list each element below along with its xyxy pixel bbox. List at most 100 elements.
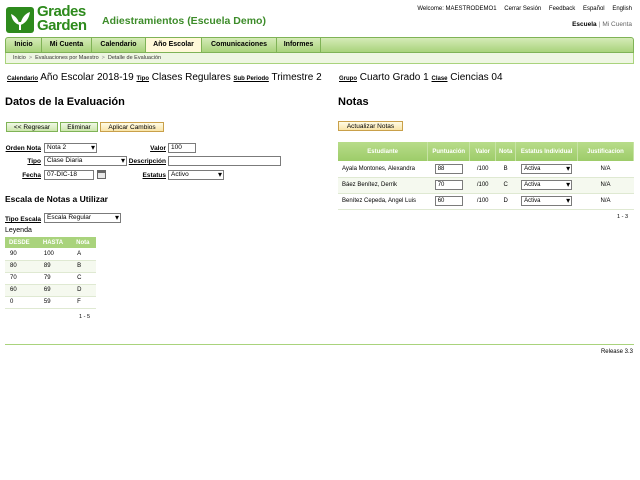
col-estudiante: Estudiante [338,142,429,161]
orden-nota-label: Orden Nota [5,145,41,152]
delete-button[interactable]: Eliminar [60,122,98,132]
scale-type-label: Tipo Escala [5,216,42,223]
class-value: Ciencias 04 [450,72,503,83]
desde-cell: 60 [5,284,39,297]
english-link[interactable]: English [612,6,632,12]
group-value: Cuarto Grado 1 [359,72,429,83]
nav-comunicaciones[interactable]: Comunicaciones [202,38,277,52]
table-row: Báez Benítez, Derrik 70 /100 C Activa N/… [338,177,634,194]
table-row: 70 79 C [5,272,96,285]
table-row: Ayala Montones, Alexandra 88 /100 B Acti… [338,161,634,178]
status-select[interactable]: Activa [521,163,573,174]
app-title: Adiestramientos (Escuela Demo) [102,15,266,27]
desde-cell: 0 [5,296,39,309]
valor-label: Valor [150,145,166,152]
col-nota: Nota [495,142,517,161]
table-row: 90 100 A [5,248,96,261]
scale-heading: Escala de Notas a Utilizar [5,194,108,204]
type-label[interactable]: Tipo [136,76,149,82]
nota-cell: D [72,284,96,297]
estatus-select[interactable]: Activo [168,170,224,180]
calendar-label[interactable]: Calendario [7,76,38,82]
nav-inicio[interactable]: Inicio [6,38,42,52]
breadcrumb-evaluaciones[interactable]: Evaluaciones por Maestro [35,55,99,61]
subperiod-value: Trimestre 2 [271,72,322,83]
value-cell: /100 [469,177,496,194]
calendar-icon[interactable] [97,170,106,179]
group-label[interactable]: Grupo [339,76,357,82]
col-justificacion: Justificacion [577,142,634,161]
back-button[interactable]: << Regresar [6,122,58,132]
type-value: Clases Regulares [151,72,231,83]
grades-pager: 1 - 3 [617,214,629,220]
hasta-cell: 89 [38,260,73,273]
legend-label: Leyenda [5,227,32,234]
student-name: Benítez Cepeda, Angel Luis [338,193,428,210]
descripcion-input[interactable] [168,156,281,166]
table-row: 60 69 D [5,284,96,297]
breadcrumb-arrow: > [28,55,33,61]
update-grades-button[interactable]: Actualizar Notas [338,121,403,131]
hasta-cell: 100 [38,248,73,261]
score-input[interactable]: 60 [434,196,463,206]
hasta-cell: 79 [38,272,73,285]
fecha-input[interactable]: 07-DIC-18 [44,170,94,180]
score-input[interactable]: 70 [434,180,463,190]
justification-cell: N/A [577,177,634,194]
nav-calendario[interactable]: Calendario [92,38,146,52]
grade-pager: 1 - 5 [79,314,91,320]
value-cell: /100 [469,161,496,178]
value-cell: /100 [469,193,496,210]
tipo-label: Tipo [27,158,41,165]
welcome-text: Welcome: MAESTRODEMO1 [417,6,497,12]
col-estatus-individual: Estatus Individual [515,142,579,161]
footer-divider [5,344,634,345]
feedback-link[interactable]: Feedback [549,6,575,12]
evaluation-heading: Datos de la Evaluación [5,96,125,108]
desde-cell: 90 [5,248,39,261]
status-select[interactable]: Activa [521,196,573,206]
notas-heading: Notas [338,96,369,108]
estatus-label: Estatus [142,172,166,179]
status-select[interactable]: Activa [521,180,573,190]
col-valor: Valor [469,142,497,161]
logout-link[interactable]: Cerrar Sesión [504,6,541,12]
spanish-link[interactable]: Español [583,6,605,12]
class-label[interactable]: Clase [432,76,448,82]
apply-changes-button[interactable]: Aplicar Cambios [100,122,164,132]
valor-input[interactable]: 100 [168,143,196,153]
nota-cell: A [72,248,96,261]
leaf-icon [6,7,34,33]
nav-mi-cuenta[interactable]: Mi Cuenta [42,38,92,52]
orden-nota-select[interactable]: Nota 2 [44,143,97,153]
grades-garden-logo[interactable]: Grades Garden [6,3,94,35]
top-links: Welcome: MAESTRODEMO1 Cerrar Sesión Feed… [411,6,632,12]
student-name: Ayala Montones, Alexandra [338,161,428,178]
score-input[interactable]: 88 [434,163,463,174]
hasta-cell: 69 [38,284,73,297]
nav-ano-escolar[interactable]: Año Escolar [146,38,202,52]
tipo-select[interactable]: Clase Diaria [44,156,127,166]
main-nav: Inicio Mi Cuenta Calendario Año Escolar … [5,37,634,53]
desde-cell: 80 [5,260,39,273]
col-puntuacion: Puntuación [427,142,471,161]
context-left: Calendario Año Escolar 2018-19 Tipo Clas… [7,72,322,83]
col-hasta: HASTA [38,237,73,248]
table-row: 80 89 B [5,260,96,273]
table-row: Benítez Cepeda, Angel Luis 60 /100 D Act… [338,193,634,210]
grade-scale-table: DESDE HASTA Nota 90 100 A 80 89 B 70 79 … [5,237,96,309]
scope-school-link[interactable]: Escuela [572,21,597,28]
scope-separator: | [598,21,601,28]
justification-cell: N/A [577,193,634,210]
logo-wordmark: Grades Garden [37,3,87,34]
breadcrumb-inicio[interactable]: Inicio [13,55,26,61]
subperiod-label[interactable]: Sub Periodo [234,76,269,82]
nav-informes[interactable]: Informes [277,38,321,52]
scale-type-select[interactable]: Escala Regular [44,213,121,223]
scope-account-link[interactable]: Mi Cuenta [602,21,632,28]
nota-cell: C [72,272,96,285]
descripcion-label: Descripción [128,158,166,165]
grade-cell: C [495,177,516,194]
hasta-cell: 59 [38,296,73,309]
context-right: Grupo Cuarto Grado 1 Clase Ciencias 04 [339,72,503,83]
